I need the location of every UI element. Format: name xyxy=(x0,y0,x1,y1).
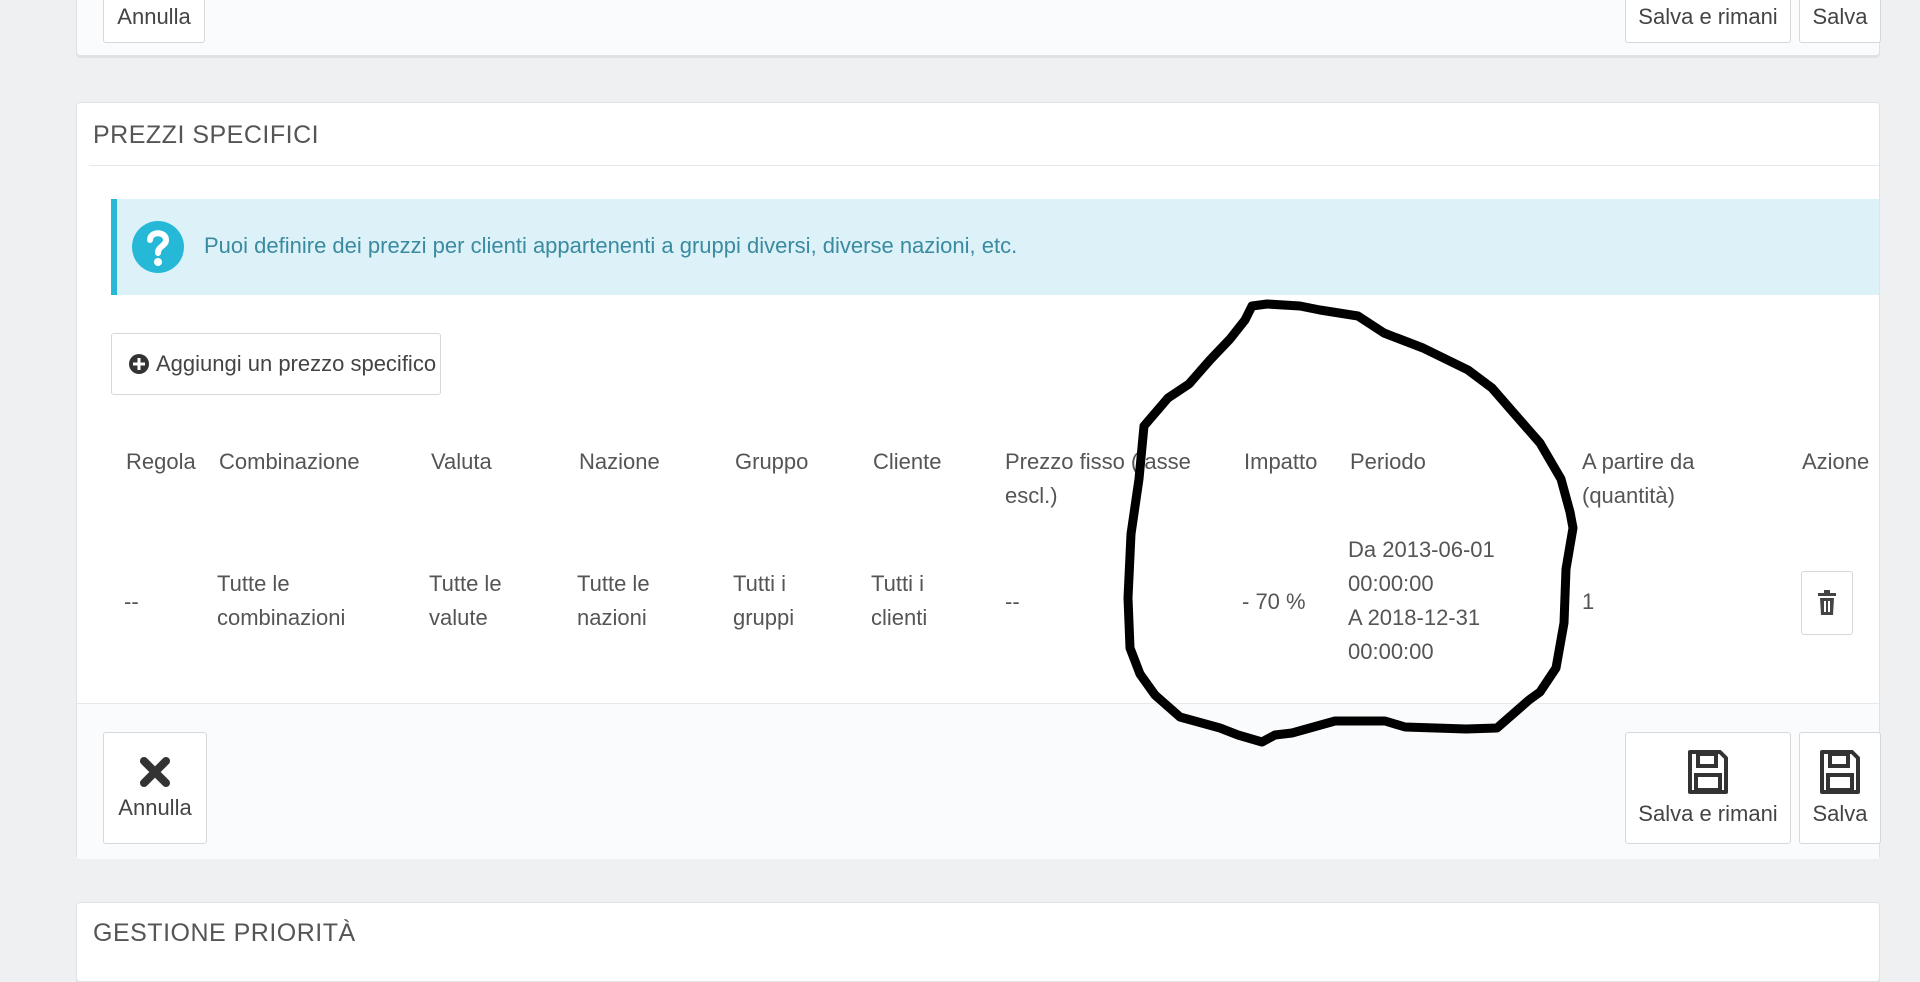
save-and-stay-label: Salva e rimani xyxy=(1638,801,1778,826)
floppy-disk-icon xyxy=(1820,750,1860,794)
add-specific-price-label: Aggiungi un prezzo specifico xyxy=(156,351,437,376)
save-button[interactable]: Salva xyxy=(1799,732,1881,844)
cancel-button[interactable]: Annulla xyxy=(103,732,207,844)
question-circle-icon xyxy=(132,221,184,273)
header-period: Periodo xyxy=(1350,449,1426,474)
header-currency: Valuta xyxy=(431,449,492,474)
cell-impact: - 70 % xyxy=(1242,589,1306,614)
header-group: Gruppo xyxy=(735,449,809,474)
cell-customer: Tutti i clienti xyxy=(871,571,928,630)
panel-heading: PREZZI SPECIFICI xyxy=(93,121,320,149)
close-icon xyxy=(140,757,170,787)
cell-period: Da 2013-06-01 00:00:00 A 2018-12-31 00:0… xyxy=(1348,537,1495,664)
heading-divider xyxy=(89,165,1879,166)
cell-currency: Tutte le valute xyxy=(429,571,502,630)
cell-combination: Tutte le combinazioni xyxy=(217,571,346,630)
specific-prices-panel: PREZZI SPECIFICI Puoi definire dei prezz… xyxy=(76,102,1881,859)
panel-footer: Annulla Salva e rimani Salva xyxy=(77,703,1881,859)
header-action: Azione xyxy=(1802,449,1870,474)
top-panel: Annulla Salva e rimani Salva xyxy=(76,0,1881,56)
save-button-top[interactable]: Salva xyxy=(1799,0,1881,43)
header-country: Nazione xyxy=(579,449,660,474)
cell-rule: -- xyxy=(124,589,139,614)
header-rule: Regola xyxy=(126,449,196,474)
save-label: Salva xyxy=(1812,801,1868,826)
cell-fixed-price: -- xyxy=(1005,589,1020,614)
cell-from-quantity: 1 xyxy=(1582,589,1595,614)
delete-price-button[interactable] xyxy=(1801,571,1853,635)
header-fixed-price: Prezzo fisso (tasse escl.) xyxy=(1005,449,1191,508)
cell-country: Tutte le nazioni xyxy=(577,571,650,630)
info-alert: Puoi definire dei prezzi per clienti app… xyxy=(111,199,1879,295)
header-customer: Cliente xyxy=(873,449,942,474)
save-and-stay-button[interactable]: Salva e rimani xyxy=(1625,732,1791,844)
cell-group: Tutti i gruppi xyxy=(733,571,795,630)
save-and-stay-button-top[interactable]: Salva e rimani xyxy=(1625,0,1791,43)
header-combination: Combinazione xyxy=(219,449,360,474)
header-impact: Impatto xyxy=(1244,449,1318,474)
priority-heading: GESTIONE PRIORITÀ xyxy=(93,919,356,947)
add-specific-price-button[interactable]: Aggiungi un prezzo specifico xyxy=(111,333,441,395)
cancel-button-top[interactable]: Annulla xyxy=(103,0,205,43)
priority-panel: GESTIONE PRIORITÀ xyxy=(76,902,1880,982)
plus-circle-icon xyxy=(129,354,149,374)
cancel-label: Annulla xyxy=(118,795,192,820)
floppy-disk-icon xyxy=(1688,750,1728,794)
header-from-quantity: A partire da (quantità) xyxy=(1582,449,1695,508)
trash-icon xyxy=(1818,590,1836,615)
alert-message: Puoi definire dei prezzi per clienti app… xyxy=(204,233,1018,258)
